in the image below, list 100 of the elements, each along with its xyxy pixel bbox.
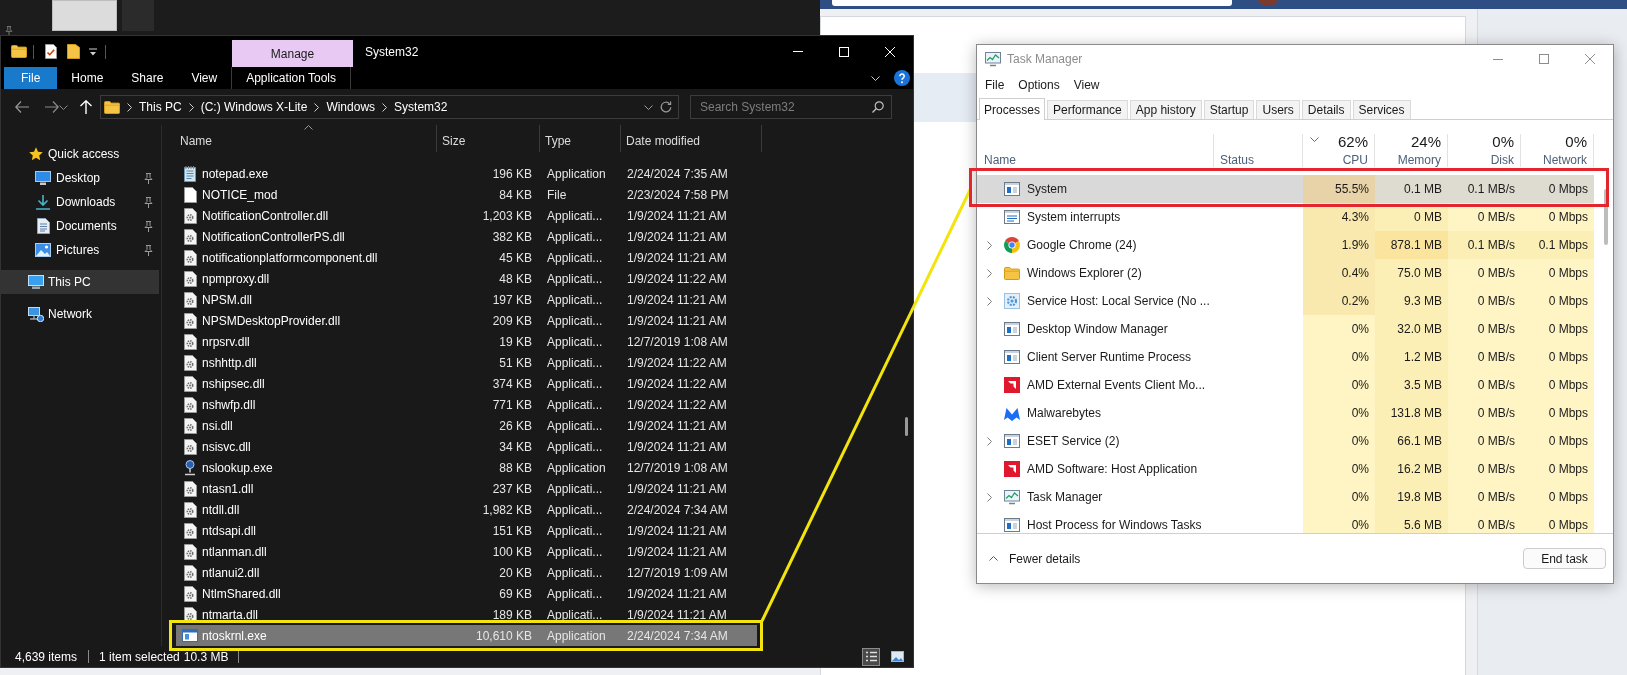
chevron-down-icon[interactable] (59, 104, 68, 110)
help-icon[interactable] (894, 70, 910, 86)
sidebar-item[interactable]: Desktop (1, 166, 159, 190)
sidebar-item[interactable]: This PC (1, 270, 159, 294)
chevron-right-icon[interactable] (986, 268, 992, 278)
chevron-right-icon[interactable] (986, 296, 992, 306)
file-row[interactable]: ntasn1.dll 237 KB Applicati... 1/9/2024 11:21 AM (176, 478, 757, 499)
file-row[interactable]: nrpsrv.dll 19 KB Applicati... 12/7/2019 1:08 AM (176, 331, 757, 352)
process-row[interactable]: Windows Explorer (2) 0.4% 75.0 MB 0 MB/s 0 Mbps (977, 259, 1594, 287)
process-row[interactable]: Client Server Runtime Process 0% 1.2 MB 0 MB/s 0 Mbps (977, 343, 1594, 371)
sidebar-item[interactable]: Network (1, 302, 159, 326)
breadcrumb[interactable]: This PC (139, 101, 182, 113)
file-row[interactable]: NOTICE_mod 84 KB File 2/23/2024 7:58 PM (176, 184, 757, 205)
tab[interactable]: Startup (1203, 100, 1255, 119)
fewer-details-button[interactable]: Fewer details (989, 552, 1081, 565)
ribbon-tab[interactable]: File (4, 67, 58, 89)
breadcrumb[interactable]: Windows (326, 101, 376, 113)
scrollbar-thumb[interactable] (905, 417, 908, 436)
column-header[interactable]: Date modified (621, 125, 762, 152)
file-row[interactable]: NotificationController.dll 1,203 KB Applicati... 1/9/2024 11:21 AM (176, 205, 757, 226)
column-header[interactable]: 62% CPU (1303, 134, 1375, 167)
process-row[interactable]: Task Manager 0% 19.8 MB 0 MB/s 0 Mbps (977, 483, 1594, 511)
ribbon-tab[interactable]: Share (117, 67, 178, 89)
details-view-button[interactable] (862, 647, 880, 666)
caret-down-icon[interactable] (89, 47, 97, 56)
column-header[interactable]: Name (176, 125, 437, 152)
file-row[interactable]: ntlanman.dll 100 KB Applicati... 1/9/2024 11:21 AM (176, 541, 757, 562)
sidebar-item[interactable]: Documents (1, 214, 159, 238)
tab[interactable]: Services (1352, 100, 1411, 119)
chevron-down-icon[interactable] (871, 75, 880, 81)
file-row[interactable]: notificationplatformcomponent.dll 45 KB Applicati... 1/9/2024 11:21 AM (176, 247, 757, 268)
file-row[interactable]: NPSM.dll 197 KB Applicati... 1/9/2024 11:21 AM (176, 289, 757, 310)
search-icon[interactable] (872, 101, 884, 113)
file-row[interactable]: nsi.dll 26 KB Applicati... 1/9/2024 11:21 AM (176, 415, 757, 436)
end-task-button[interactable]: End task (1523, 548, 1606, 569)
process-row[interactable]: Service Host: Local Service (No ... 0.2% 9.3 MB 0 MB/s 0 Mbps (977, 287, 1594, 315)
column-header[interactable]: Name (977, 134, 1214, 167)
column-header[interactable]: 0% Disk (1448, 134, 1521, 167)
column-header[interactable]: 0% Network (1521, 134, 1594, 167)
chevron-right-icon[interactable] (986, 492, 992, 502)
breadcrumb[interactable]: (C:) Windows X-Lite (200, 101, 308, 113)
ribbon-tab[interactable]: Application Tools (231, 67, 352, 89)
tab[interactable]: Performance (1047, 100, 1128, 119)
folder-icon[interactable] (11, 45, 27, 58)
menu-item[interactable]: View (1066, 79, 1107, 91)
sidebar-item[interactable]: Downloads (1, 190, 159, 214)
ribbon-tab[interactable]: View (177, 67, 232, 89)
file-row[interactable]: ntdsapi.dll 151 KB Applicati... 1/9/2024 11:21 AM (176, 520, 757, 541)
column-header[interactable]: Size (437, 125, 540, 152)
chevron-right-icon[interactable] (986, 240, 992, 250)
file-row[interactable]: ntlanui2.dll 20 KB Applicati... 12/7/2019 1:09 AM (176, 562, 757, 583)
tab[interactable]: Users (1256, 100, 1300, 119)
process-row[interactable]: Google Chrome (24) 1.9% 878.1 MB 0.1 MB/s 0.1 Mbps (977, 231, 1594, 259)
column-header[interactable]: Status (1214, 134, 1303, 167)
arrow-left-icon[interactable] (15, 101, 29, 113)
tab[interactable]: App history (1129, 100, 1202, 119)
file-row[interactable]: NPSMDesktopProvider.dll 209 KB Applicati... 1/9/2024 11:21 AM (176, 310, 757, 331)
file-row[interactable]: ntoskrnl.exe 10,610 KB Application 2/24/2024 7:34 AM (176, 625, 757, 646)
address-bar[interactable]: This PC (C:) Windows X-Lite Windows System32 (100, 95, 679, 119)
search-field[interactable]: Search System32 (690, 95, 892, 119)
file-row[interactable]: ntdll.dll 1,982 KB Applicati... 2/24/2024 7:34 AM (176, 499, 757, 520)
search-field[interactable] (832, 0, 1232, 6)
sidebar-item[interactable]: Quick access (1, 142, 159, 166)
tab[interactable]: Processes (979, 98, 1046, 120)
arrow-up-icon[interactable] (80, 100, 92, 114)
process-row[interactable]: Malwarebytes 0% 131.8 MB 0 MB/s 0 Mbps (977, 399, 1594, 427)
ribbon-tab[interactable]: Home (57, 67, 118, 89)
chevron-down-icon[interactable] (644, 104, 653, 110)
window-thumbnail[interactable] (52, 0, 117, 31)
breadcrumb[interactable]: System32 (394, 101, 448, 113)
column-header[interactable]: 24% Memory (1375, 134, 1448, 167)
file-row[interactable]: nsisvc.dll 34 KB Applicati... 1/9/2024 11:21 AM (176, 436, 757, 457)
file-row[interactable]: npmproxy.dll 48 KB Applicati... 1/9/2024 11:22 AM (176, 268, 757, 289)
checked-document-icon[interactable] (45, 44, 57, 59)
process-row[interactable]: AMD External Events Client Mo... 0% 3.5 MB 0 MB/s 0 Mbps (977, 371, 1594, 399)
folder-icon[interactable] (67, 44, 80, 59)
file-row[interactable]: notepad.exe 196 KB Application 2/24/2024 7:35 AM (176, 163, 757, 184)
process-row[interactable]: AMD Software: Host Application 0% 16.2 MB 0 MB/s 0 Mbps (977, 455, 1594, 483)
column-header[interactable]: Type (540, 125, 621, 152)
scrollbar-thumb[interactable] (1604, 189, 1608, 245)
arrow-right-icon[interactable] (45, 101, 59, 113)
refresh-icon[interactable] (660, 101, 672, 113)
file-row[interactable]: NotificationControllerPS.dll 382 KB Applicati... 1/9/2024 11:21 AM (176, 226, 757, 247)
file-row[interactable]: nshipsec.dll 374 KB Applicati... 1/9/2024 11:22 AM (176, 373, 757, 394)
sidebar-item[interactable]: Pictures (1, 238, 159, 262)
file-row[interactable]: nslookup.exe 88 KB Application 12/7/2019 1:08 AM (176, 457, 757, 478)
chevron-right-icon[interactable] (986, 436, 992, 446)
file-row[interactable]: nshwfp.dll 771 KB Applicati... 1/9/2024 11:22 AM (176, 394, 757, 415)
process-row[interactable]: Host Process for Windows Tasks 0% 5.6 MB 0 MB/s 0 Mbps (977, 511, 1594, 533)
file-row[interactable]: NtlmShared.dll 69 KB Applicati... 1/9/2024 11:21 AM (176, 583, 757, 604)
menu-item[interactable]: Options (1011, 79, 1067, 91)
process-row[interactable]: Desktop Window Manager 0% 32.0 MB 0 MB/s 0 Mbps (977, 315, 1594, 343)
process-row[interactable]: ESET Service (2) 0% 66.1 MB 0 MB/s 0 Mbps (977, 427, 1594, 455)
list-view-icon (865, 651, 877, 662)
tab[interactable]: Details (1301, 100, 1351, 119)
process-row[interactable]: System interrupts 4.3% 0 MB 0 MB/s 0 Mbps (977, 203, 1594, 231)
process-row[interactable]: System 55.5% 0.1 MB 0.1 MB/s 0 Mbps (977, 175, 1594, 203)
menu-item[interactable]: File (978, 79, 1012, 91)
file-row[interactable]: nshhttp.dll 51 KB Applicati... 1/9/2024 11:22 AM (176, 352, 757, 373)
file-row[interactable]: ntmarta.dll 189 KB Applicati... 1/9/2024 11:21 AM (176, 604, 757, 625)
